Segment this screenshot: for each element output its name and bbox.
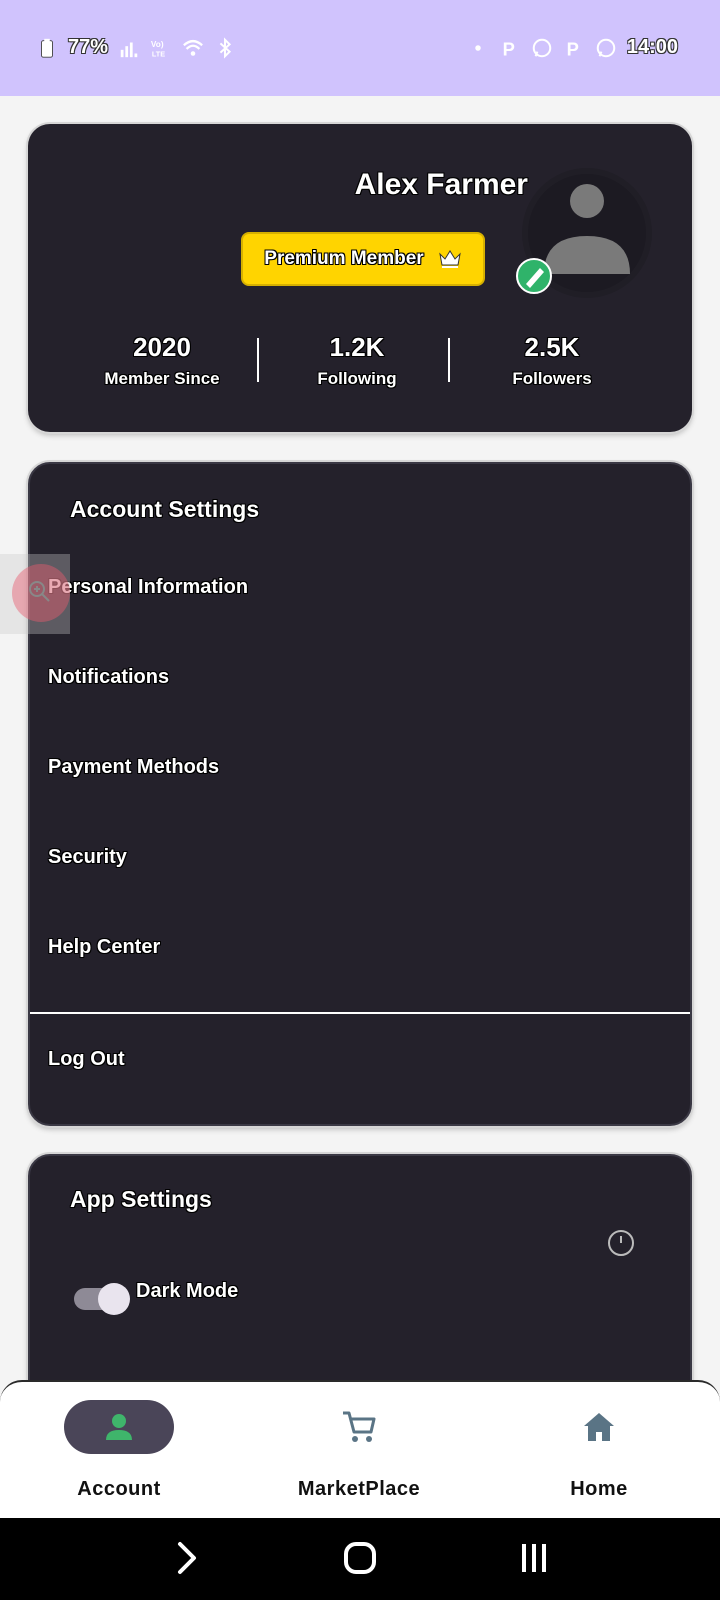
bottom-nav: Account MarketPlace Home bbox=[0, 1380, 720, 1518]
person-icon bbox=[106, 1414, 132, 1440]
stat-following[interactable]: 1.2K Following bbox=[267, 332, 447, 389]
profile-name: Alex Farmer bbox=[354, 168, 528, 201]
crown-icon bbox=[438, 250, 461, 268]
nav-icon-wrap bbox=[544, 1400, 654, 1454]
recents-icon[interactable] bbox=[514, 1538, 554, 1578]
stat-divider bbox=[448, 338, 450, 382]
menu-divider bbox=[30, 1012, 690, 1014]
logout-button[interactable]: Log Out bbox=[48, 1048, 125, 1071]
premium-badge[interactable]: Premium Member bbox=[241, 232, 485, 286]
svg-text:Vo): Vo) bbox=[151, 40, 164, 49]
dot-icon bbox=[475, 44, 481, 51]
premium-label: Premium Member bbox=[264, 248, 424, 269]
power-icon[interactable] bbox=[606, 1228, 636, 1258]
stat-label: Followers bbox=[512, 369, 592, 388]
edit-avatar-icon[interactable] bbox=[516, 258, 552, 294]
bluetooth-icon bbox=[219, 36, 232, 59]
clock: 14:00 bbox=[626, 36, 678, 58]
home-icon bbox=[584, 1413, 614, 1441]
svg-text:P: P bbox=[503, 38, 515, 59]
menu-payment-methods[interactable]: Payment Methods bbox=[48, 756, 219, 779]
wifi-icon bbox=[183, 39, 203, 56]
whatsapp-icon bbox=[532, 38, 552, 57]
signal-icon bbox=[120, 42, 138, 57]
cart-icon bbox=[343, 1411, 376, 1442]
back-icon[interactable] bbox=[166, 1538, 206, 1578]
nav-icon-wrap bbox=[304, 1400, 414, 1454]
floating-search-handle[interactable] bbox=[0, 554, 70, 634]
status-left: 77% Vo) LTE bbox=[36, 36, 236, 59]
account-settings-title: Account Settings bbox=[70, 496, 260, 522]
status-right: P P 14:00 bbox=[467, 36, 678, 59]
volte-icon: Vo)LTE bbox=[151, 40, 165, 58]
zoom-search-icon bbox=[29, 581, 50, 602]
stat-label: Member Since bbox=[104, 369, 220, 388]
toggle-knob bbox=[98, 1283, 130, 1315]
nav-account[interactable]: Account bbox=[19, 1400, 219, 1501]
nav-label: Account bbox=[77, 1478, 161, 1500]
stat-value: 1.2K bbox=[329, 332, 385, 362]
stat-value: 2.5K bbox=[524, 332, 580, 362]
whatsapp-icon bbox=[596, 38, 616, 57]
battery-icon bbox=[41, 38, 53, 58]
battery-level: 77% bbox=[68, 36, 109, 58]
nav-label: Home bbox=[570, 1478, 628, 1500]
dark-mode-toggle[interactable] bbox=[74, 1283, 130, 1315]
account-settings-card: Account Settings Personal Information No… bbox=[28, 462, 692, 1126]
parking-icon: P bbox=[503, 38, 515, 59]
stat-value: 2020 bbox=[133, 332, 191, 362]
menu-help-center[interactable]: Help Center bbox=[48, 936, 160, 959]
dark-mode-label: Dark Mode bbox=[136, 1280, 239, 1302]
parking-icon: P bbox=[567, 38, 579, 59]
app-settings-title: App Settings bbox=[70, 1186, 212, 1212]
nav-label: MarketPlace bbox=[297, 1478, 421, 1500]
stat-label: Following bbox=[317, 369, 397, 388]
home-button-icon[interactable] bbox=[340, 1538, 380, 1578]
menu-personal-information[interactable]: Personal Information bbox=[48, 576, 248, 599]
svg-text:LTE: LTE bbox=[152, 49, 165, 58]
svg-text:P: P bbox=[567, 38, 579, 59]
stat-member-since: 2020 Member Since bbox=[72, 332, 252, 389]
active-indicator bbox=[64, 1400, 174, 1454]
stat-followers[interactable]: 2.5K Followers bbox=[462, 332, 642, 389]
status-bar: 77% Vo) LTE P P 14:00 bbox=[0, 0, 720, 96]
nav-home[interactable]: Home bbox=[499, 1400, 699, 1501]
system-nav-bar bbox=[0, 1518, 720, 1600]
profile-stats: 2020 Member Since 1.2K Following 2.5K Fo… bbox=[28, 332, 692, 402]
profile-card: Alex Farmer Premium Member 2020 Member S… bbox=[28, 124, 692, 432]
menu-notifications[interactable]: Notifications bbox=[48, 666, 169, 689]
menu-security[interactable]: Security bbox=[48, 846, 127, 869]
nav-marketplace[interactable]: MarketPlace bbox=[259, 1400, 459, 1501]
stat-divider bbox=[257, 338, 259, 382]
